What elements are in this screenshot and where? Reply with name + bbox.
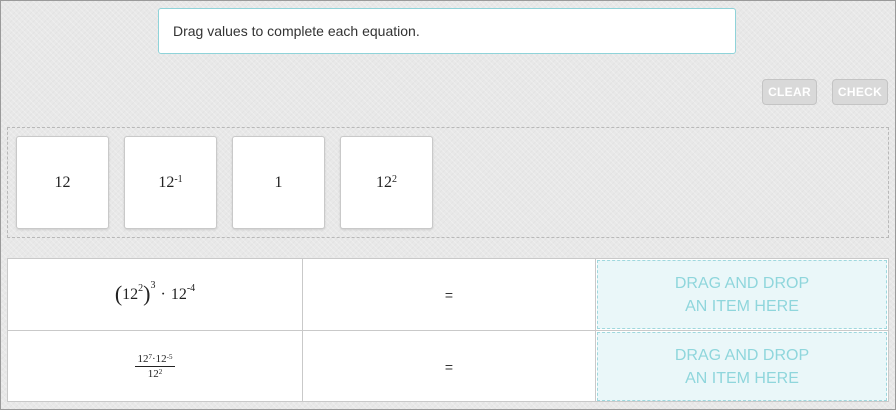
equals-cell: = bbox=[302, 259, 596, 330]
base: 12 bbox=[155, 353, 167, 365]
tile-value: 12 bbox=[54, 173, 71, 191]
tile-12-squared[interactable]: 12 2 bbox=[340, 136, 433, 229]
equation-row: (12 2) 3 · 12 -4 = DRAG AND DROP AN ITEM HER… bbox=[8, 259, 888, 330]
equation-table: (12 2) 3 · 12 -4 = DRAG AND DROP AN ITEM HER… bbox=[7, 258, 889, 402]
instructions-text: Drag values to complete each equation. bbox=[173, 23, 420, 39]
expression-cell: (12 2) 3 · 12 -4 bbox=[8, 259, 302, 330]
equals-sign: = bbox=[444, 286, 454, 303]
right-paren: ) bbox=[143, 280, 151, 306]
base: 12 bbox=[122, 285, 139, 303]
expression-cell: 127·12-5 122 bbox=[8, 331, 302, 402]
exponent: 3 bbox=[150, 280, 156, 291]
multiply-dot: · bbox=[160, 285, 166, 303]
exponent: -5 bbox=[166, 353, 173, 361]
tile-12[interactable]: 12 bbox=[16, 136, 109, 229]
left-paren: ( bbox=[114, 280, 123, 306]
tile-value: 1 bbox=[274, 173, 283, 191]
check-button[interactable]: CHECK bbox=[832, 79, 888, 105]
exponent: 2 bbox=[158, 368, 163, 376]
tile-value: 12 bbox=[376, 173, 392, 191]
fraction: 127·12-5 122 bbox=[135, 353, 175, 380]
drop-label: DRAG AND DROP bbox=[674, 346, 810, 364]
denominator: 122 bbox=[148, 367, 163, 380]
drop-target[interactable]: DRAG AND DROP AN ITEM HERE bbox=[597, 260, 887, 329]
tile-value: 12 bbox=[158, 173, 175, 191]
tile-exponent: -1 bbox=[174, 174, 183, 185]
tile-1[interactable]: 1 bbox=[232, 136, 325, 229]
drop-label: AN ITEM HERE bbox=[685, 369, 799, 387]
drop-target[interactable]: DRAG AND DROP AN ITEM HERE bbox=[597, 332, 887, 401]
numerator: 127·12-5 bbox=[135, 353, 175, 367]
equals-cell: = bbox=[302, 331, 596, 402]
clear-button[interactable]: CLEAR bbox=[762, 79, 817, 105]
base: 12 bbox=[170, 285, 187, 303]
exponent: 7 bbox=[148, 353, 152, 361]
tile-12-neg1[interactable]: 12 -1 bbox=[124, 136, 217, 229]
equals-sign: = bbox=[444, 358, 454, 375]
equation-row: 127·12-5 122 = DRAG AND DROP AN ITEM HER… bbox=[8, 330, 888, 402]
instructions-box: Drag values to complete each equation. bbox=[158, 8, 736, 54]
tile-exponent: 2 bbox=[392, 174, 397, 185]
base: 12 bbox=[137, 353, 149, 365]
answer-bank: 12 12 -1 1 12 2 bbox=[7, 127, 889, 238]
drop-label: DRAG AND DROP bbox=[674, 274, 810, 292]
drop-label: AN ITEM HERE bbox=[685, 297, 799, 315]
exponent: -4 bbox=[186, 283, 196, 294]
base: 12 bbox=[147, 368, 159, 380]
